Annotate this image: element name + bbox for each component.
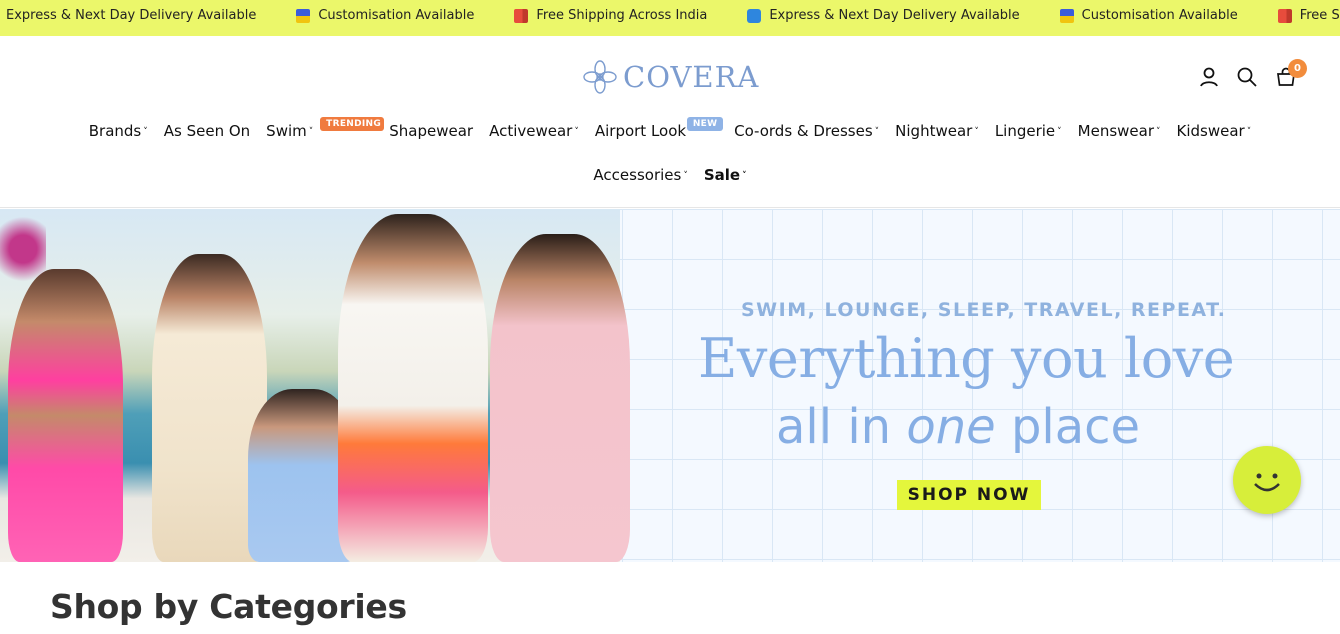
nav-label: Accessories: [593, 166, 682, 184]
nav-item-activewear[interactable]: Activewear ˅: [481, 122, 587, 140]
model-figure: [8, 269, 123, 562]
nav-label: Nightwear: [895, 122, 973, 140]
nav-label: Brands: [88, 122, 142, 140]
shop-now-button[interactable]: SHOP NOW: [897, 480, 1041, 510]
chevron-down-icon: ˅: [143, 127, 148, 137]
smiley-discover-icon[interactable]: [1233, 446, 1301, 514]
main-nav: Brands ˅ As Seen On Swim ˅ TRENDING Shapewear A…: [0, 117, 1340, 140]
announcement-item: Express & Next Day Delivery Available: [0, 8, 256, 23]
nav-item-swim[interactable]: Swim ˅ TRENDING: [258, 117, 385, 140]
nav-label: As Seen On: [163, 122, 251, 140]
chevron-down-icon: ˅: [974, 127, 979, 137]
truck-icon: [1277, 8, 1292, 23]
nav-item-accessories[interactable]: Accessories ˅: [585, 166, 695, 184]
search-icon[interactable]: [1236, 66, 1258, 88]
announcement-text: Free Shipping Across India: [1299, 8, 1340, 23]
site-header: COVERA 0 Brands ˅ As Seen On Swim ˅ TRENDING S…: [0, 36, 1340, 208]
main-nav-secondary: Accessories ˅ Sale ˅: [0, 166, 1340, 184]
logo-text: COVERA: [623, 60, 760, 94]
hero-banner[interactable]: SWIM, LOUNGE, SLEEP, TRAVEL, REPEAT. Eve…: [0, 209, 1340, 562]
nav-item-kidswear[interactable]: Kidswear ˅: [1169, 122, 1260, 140]
nav-label: Airport Look: [594, 122, 687, 140]
nav-label: Kidswear: [1176, 122, 1245, 140]
nav-label: Co-ords & Dresses: [734, 122, 873, 140]
flower-logo-icon: [583, 60, 617, 94]
announcement-track: Express & Next Day Delivery Available Cus…: [0, 8, 1340, 23]
nav-label: Menswear: [1077, 122, 1155, 140]
chevron-down-icon: ˅: [1057, 127, 1062, 137]
truck-icon: [514, 8, 529, 23]
announcement-item: Free Shipping Across India: [514, 8, 707, 23]
headline-part: all in: [776, 399, 907, 455]
nav-item-nightwear[interactable]: Nightwear ˅: [887, 122, 987, 140]
new-badge: NEW: [686, 117, 724, 131]
nav-item-lingerie[interactable]: Lingerie ˅: [987, 122, 1070, 140]
nav-item-menswear[interactable]: Menswear ˅: [1070, 122, 1169, 140]
account-icon[interactable]: [1198, 66, 1220, 88]
chevron-down-icon: ˅: [683, 171, 688, 181]
nav-label: Sale: [703, 166, 741, 184]
announcement-text: Express & Next Day Delivery Available: [769, 8, 1020, 23]
section-title: Shop by Categories: [50, 587, 407, 626]
nav-label: Swim: [266, 122, 307, 140]
nav-item-brands[interactable]: Brands ˅: [81, 122, 156, 140]
hero-headline-line2: all in one place: [776, 399, 1140, 455]
headline-emphasis: one: [906, 399, 996, 455]
headline-part: place: [995, 399, 1141, 455]
announcement-text: Customisation Available: [1081, 8, 1238, 23]
announcement-text: Customisation Available: [318, 8, 475, 23]
hero-tagline: SWIM, LOUNGE, SLEEP, TRAVEL, REPEAT.: [741, 299, 1227, 321]
flowers-decoration: [0, 209, 46, 289]
nav-label: Lingerie: [994, 122, 1056, 140]
announcement-text: Express & Next Day Delivery Available: [6, 8, 257, 23]
spool-icon: [296, 8, 311, 23]
nav-item-airport-look[interactable]: Airport Look NEW: [587, 117, 724, 140]
chevron-down-icon: ˅: [874, 127, 880, 137]
logo[interactable]: COVERA: [583, 60, 759, 94]
nav-item-co-ords-dresses[interactable]: Co-ords & Dresses ˅: [726, 122, 887, 140]
announcement-text: Free Shipping Across India: [536, 8, 708, 23]
model-figure: [490, 234, 630, 562]
chevron-down-icon: ˅: [1156, 127, 1161, 137]
nav-label: Shapewear: [389, 122, 474, 140]
announcement-bar: Express & Next Day Delivery Available Cus…: [0, 0, 1340, 36]
hero-photo: [0, 209, 630, 562]
chevron-down-icon: ˅: [574, 127, 579, 137]
announcement-item: Express & Next Day Delivery Available: [747, 8, 1020, 23]
express-icon: [747, 8, 762, 23]
model-figure: [338, 214, 488, 562]
nav-item-shapewear[interactable]: Shapewear: [381, 122, 481, 140]
announcement-item: Customisation Available: [296, 8, 474, 23]
cart-count-badge: 0: [1288, 59, 1307, 78]
chevron-down-icon: ˅: [308, 127, 314, 137]
announcement-item: Free Shipping Across India: [1277, 8, 1340, 23]
nav-item-sale[interactable]: Sale ˅: [696, 166, 755, 184]
spool-icon: [1059, 8, 1074, 23]
nav-label: Activewear: [489, 122, 573, 140]
nav-item-as-seen-on[interactable]: As Seen On: [156, 122, 258, 140]
announcement-item: Customisation Available: [1059, 8, 1238, 23]
trending-badge: TRENDING: [320, 117, 385, 131]
chevron-down-icon: ˅: [742, 171, 747, 181]
smiley-face: [1254, 473, 1280, 492]
chevron-down-icon: ˅: [1246, 127, 1252, 137]
hero-headline-line1: Everything you love: [698, 327, 1235, 390]
